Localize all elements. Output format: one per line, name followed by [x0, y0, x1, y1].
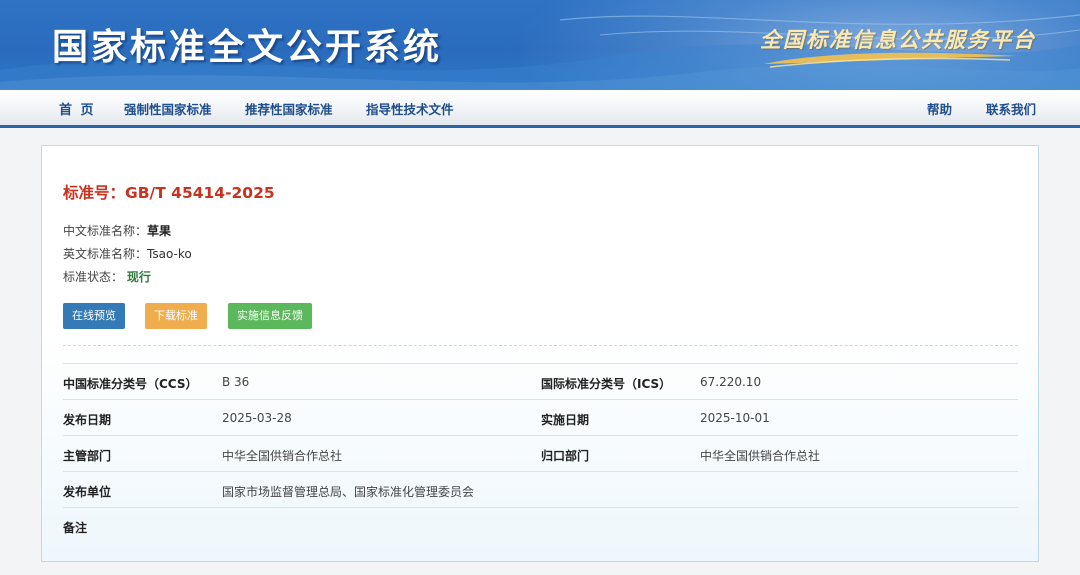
site-banner: 国家标准全文公开系统 全国标准信息公共服务平台 — [0, 0, 1080, 90]
detail-label: 备注 — [63, 521, 88, 535]
en-name-line: 英文标准名称：Tsao-ko — [63, 245, 192, 262]
detail-value: 2025-10-01 — [700, 411, 770, 425]
detail-label: 主管部门 — [63, 449, 112, 463]
status-line: 标准状态： 现行 — [63, 268, 151, 285]
table-row: 中国标准分类号（CCS） B 36 国际标准分类号（ICS） 67.220.10 — [63, 363, 1018, 399]
en-name-value: Tsao-ko — [147, 247, 192, 261]
detail-label: 归口部门 — [541, 449, 590, 463]
standard-detail-card: 标准号：GB/T 45414-2025 中文标准名称：草果 英文标准名称：Tsa… — [41, 145, 1039, 562]
status-value: 现行 — [126, 270, 151, 284]
nav-item-guidance-documents[interactable]: 指导性技术文件 — [366, 99, 454, 118]
standard-details-table: 中国标准分类号（CCS） B 36 国际标准分类号（ICS） 67.220.10… — [63, 363, 1018, 543]
slogan-swoosh-icon — [764, 52, 1016, 68]
detail-value: 国家市场监督管理总局、国家标准化管理委员会 — [222, 485, 475, 499]
status-label: 标准状态： — [63, 270, 124, 284]
detail-value: 中华全国供销合作总社 — [700, 449, 821, 463]
detail-value: B 36 — [222, 375, 250, 389]
detail-value: 中华全国供销合作总社 — [222, 449, 343, 463]
table-row: 备注 — [63, 507, 1018, 543]
nav-item-home[interactable]: 首 页 — [59, 99, 96, 118]
site-title: 国家标准全文公开系统 — [52, 26, 443, 68]
cn-name-line: 中文标准名称：草果 — [63, 222, 171, 239]
detail-label: 实施日期 — [541, 413, 590, 427]
nav-item-help[interactable]: 帮助 — [927, 99, 952, 118]
detail-label: 发布日期 — [63, 413, 112, 427]
nav-item-recommended-standards[interactable]: 推荐性国家标准 — [245, 99, 333, 118]
en-name-label: 英文标准名称： — [63, 247, 148, 261]
table-row: 发布单位 国家市场监督管理总局、国家标准化管理委员会 — [63, 471, 1018, 507]
online-preview-button[interactable]: 在线预览 — [63, 303, 125, 329]
implementation-feedback-button[interactable]: 实施信息反馈 — [228, 303, 312, 329]
detail-value: 2025-03-28 — [222, 411, 292, 425]
cn-name-label: 中文标准名称： — [63, 224, 148, 238]
main-nav: 首 页 强制性国家标准 推荐性国家标准 指导性技术文件 帮助 联系我们 — [0, 90, 1080, 128]
detail-label: 中国标准分类号（CCS） — [63, 377, 198, 391]
table-row: 主管部门 中华全国供销合作总社 归口部门 中华全国供销合作总社 — [63, 435, 1018, 471]
detail-label: 国际标准分类号（ICS） — [541, 377, 672, 391]
nav-item-contact-us[interactable]: 联系我们 — [986, 99, 1036, 118]
detail-label: 发布单位 — [63, 485, 112, 499]
table-row: 发布日期 2025-03-28 实施日期 2025-10-01 — [63, 399, 1018, 435]
section-divider — [63, 345, 1018, 346]
cn-name-value: 草果 — [147, 224, 172, 238]
download-standard-button[interactable]: 下载标准 — [145, 303, 207, 329]
standard-number: 标准号：GB/T 45414-2025 — [63, 184, 275, 202]
detail-value: 67.220.10 — [700, 375, 762, 389]
nav-item-mandatory-standards[interactable]: 强制性国家标准 — [124, 99, 212, 118]
